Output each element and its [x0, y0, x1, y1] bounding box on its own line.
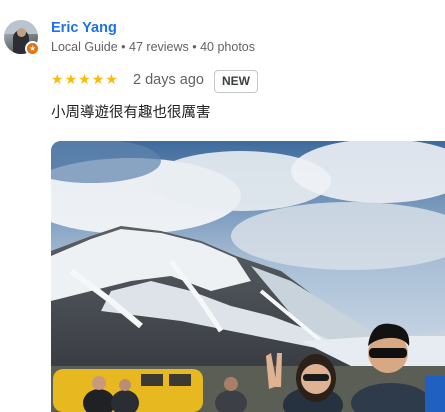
reviewer-name[interactable]: Eric Yang: [51, 20, 117, 36]
review-card: ★ Eric Yang Local Guide • 47 reviews • 4…: [0, 0, 445, 412]
star-rating: ★ ★ ★ ★ ★: [51, 71, 118, 87]
review-photo[interactable]: [51, 141, 445, 412]
reviewer-details: Local Guide • 47 reviews • 40 photos: [51, 40, 256, 54]
avatar-person-head: [17, 28, 26, 37]
star-icon: ★: [78, 71, 91, 87]
review-text: 小周導遊很有趣也很厲害: [51, 105, 211, 121]
star-icon: ★: [64, 71, 78, 87]
star-icon: ★: [51, 71, 64, 87]
local-guide-badge-icon: ★: [25, 41, 40, 56]
star-icon: ★: [91, 71, 105, 87]
review-date: 2 days ago: [133, 72, 204, 88]
star-icon: ★: [105, 71, 118, 87]
mountain-photo-image: [51, 141, 445, 412]
new-badge: NEW: [214, 70, 258, 93]
